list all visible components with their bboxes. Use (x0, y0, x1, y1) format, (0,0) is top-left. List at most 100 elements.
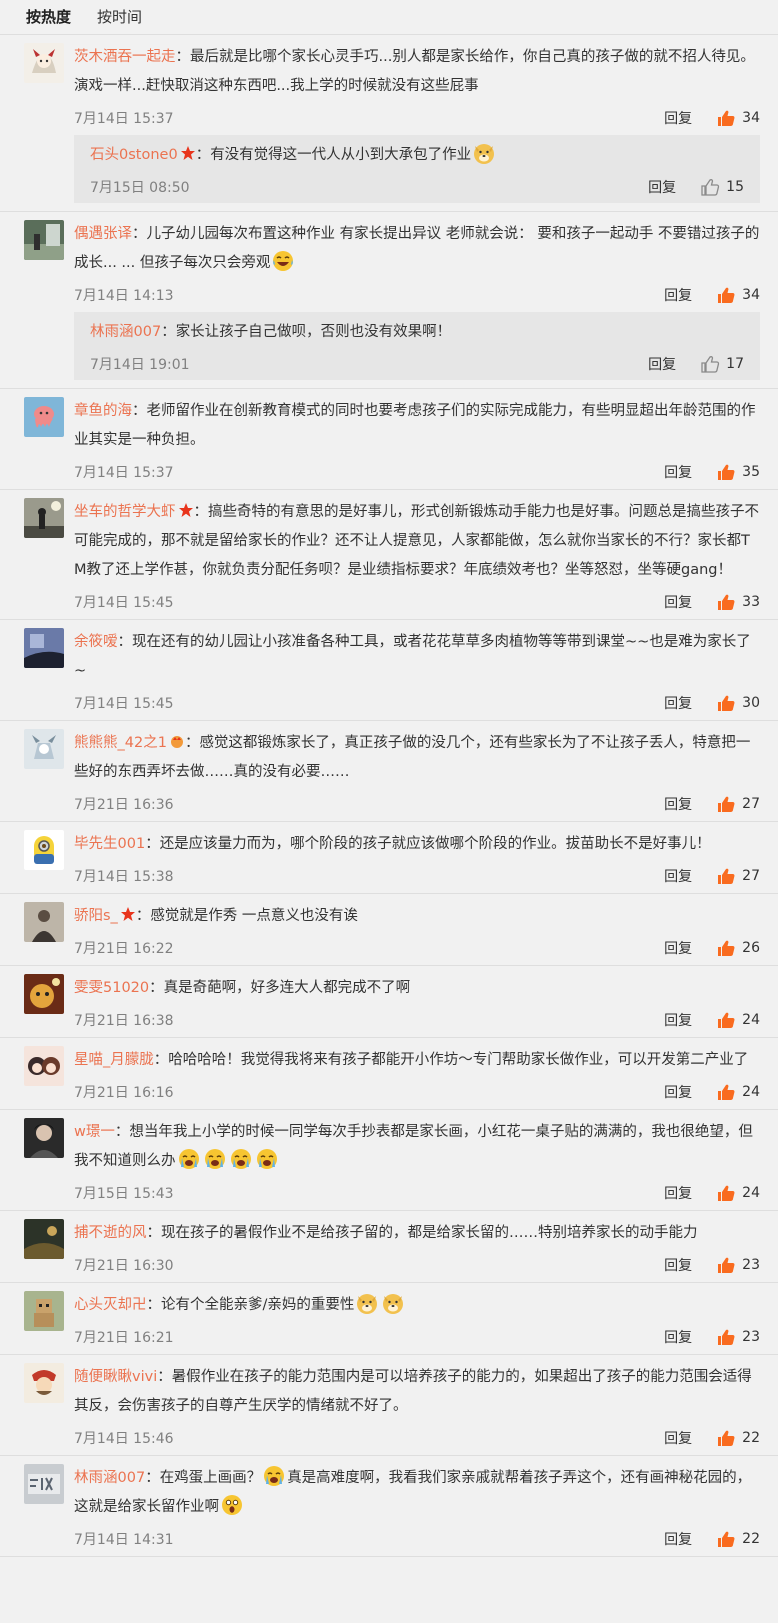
sub-reply-meta: 7月15日 08:50 回复 15 (90, 171, 744, 203)
username-link[interactable]: 星喵_月朦胧 (74, 1052, 154, 1068)
sub-reply: 石头0stone0 ：有没有觉得这一代人从小到大承包了作业 7月15日 08:50… (74, 135, 760, 203)
like-button[interactable]: 27 (716, 794, 760, 814)
like-count: 27 (742, 796, 760, 812)
reply-button[interactable]: 回复 (664, 1010, 692, 1030)
avatar[interactable] (24, 729, 64, 769)
comment-item: 毕先生001：还是应该量力而为，哪个阶段的孩子就应该做哪个阶段的作业。拔苗助长不… (0, 822, 778, 894)
like-button[interactable]: 34 (716, 108, 760, 128)
reply-button[interactable]: 回复 (664, 693, 692, 713)
comment-content: 现在孩子的暑假作业不是给孩子留的，都是给家长留的……特别培养家长的动手能力 (161, 1225, 698, 1241)
avatar[interactable] (24, 1219, 64, 1259)
separator: ： (145, 836, 160, 852)
reply-button[interactable]: 回复 (664, 1082, 692, 1102)
reply-button[interactable]: 回复 (664, 592, 692, 612)
reply-button[interactable]: 回复 (664, 866, 692, 886)
like-button[interactable]: 27 (716, 866, 760, 886)
comment-body: 偶遇张译：儿子幼儿园每次布置这种作业 有家长提出异议 老师就会说： 要和孩子一起… (74, 212, 760, 388)
reply-button[interactable]: 回复 (664, 108, 692, 128)
comment-body: w璟一：想当年我上小学的时候一同学每次手抄表都是家长画，小红花一桌子贴的满满的，… (74, 1110, 760, 1210)
comment-time: 7月21日 16:36 (74, 797, 174, 813)
username-link[interactable]: 林雨涵007 (74, 1470, 145, 1486)
avatar[interactable] (24, 498, 64, 538)
comment-text: 捕不逝的风：现在孩子的暑假作业不是给孩子留的，都是给家长留的……特别培养家长的动… (74, 1219, 760, 1248)
reply-button[interactable]: 回复 (664, 938, 692, 958)
comment-text: 随便瞅瞅vivi：暑假作业在孩子的能力范围内是可以培养孩子的能力的，如果超出了孩… (74, 1363, 760, 1421)
avatar[interactable] (24, 397, 64, 437)
like-button[interactable]: 22 (716, 1529, 760, 1549)
like-button[interactable]: 33 (716, 592, 760, 612)
avatar[interactable] (24, 830, 64, 870)
avatar[interactable] (24, 1046, 64, 1086)
reply-button[interactable]: 回复 (664, 1327, 692, 1347)
comment-body: 林雨涵007：在鸡蛋上画画？ 真是高难度啊，我看我们家亲戚就帮着孩子弄这个，还有画… (74, 1456, 760, 1556)
like-count: 35 (742, 464, 760, 480)
thumbs-up-icon (700, 354, 720, 374)
avatar[interactable] (24, 220, 64, 260)
like-button[interactable]: 26 (716, 938, 760, 958)
comment-item: 星喵_月朦胧：哈哈哈哈！我觉得我将来有孩子都能开小作坊～专门帮助家长做作业，可以… (0, 1038, 778, 1110)
username-link[interactable]: 熊熊熊_42之1 (74, 735, 167, 751)
separator: ： (193, 504, 209, 520)
username-link[interactable]: 坐车的哲学大虾 (74, 504, 176, 520)
like-count: 17 (726, 356, 744, 372)
like-count: 30 (742, 695, 760, 711)
reply-button[interactable]: 回复 (648, 354, 676, 374)
username-link[interactable]: w璟一 (74, 1124, 115, 1140)
avatar[interactable] (24, 1363, 64, 1403)
avatar[interactable] (24, 1464, 64, 1504)
sort-by-hot-tab[interactable]: 按热度 (26, 0, 71, 34)
reply-button[interactable]: 回复 (664, 1529, 692, 1549)
username-link[interactable]: 随便瞅瞅vivi (74, 1369, 157, 1385)
vip-star-icon (180, 146, 195, 160)
like-button[interactable]: 17 (700, 354, 744, 374)
avatar[interactable] (24, 974, 64, 1014)
username-link[interactable]: 林雨涵007 (90, 324, 161, 340)
sort-by-time-tab[interactable]: 按时间 (97, 0, 142, 34)
reply-button[interactable]: 回复 (664, 285, 692, 305)
username-link[interactable]: 骄阳s_ (74, 908, 118, 924)
avatar[interactable] (24, 1291, 64, 1331)
separator: ： (149, 980, 164, 996)
comment-item: w璟一：想当年我上小学的时候一同学每次手抄表都是家长画，小红花一桌子贴的满满的，… (0, 1110, 778, 1211)
comment-body: 熊熊熊_42之1 ：感觉这都锻炼家长了，真正孩子做的没几个，还有些家长为了不让孩子… (74, 721, 760, 821)
avatar[interactable] (24, 902, 64, 942)
like-button[interactable]: 24 (716, 1010, 760, 1030)
like-button[interactable]: 22 (716, 1428, 760, 1448)
username-link[interactable]: 心头灭却卍 (74, 1297, 147, 1313)
comment-meta: 7月15日 15:43 回复 24 (74, 1176, 760, 1210)
thumbs-up-icon (716, 108, 736, 128)
reply-button[interactable]: 回复 (664, 462, 692, 482)
reply-button[interactable]: 回复 (664, 1255, 692, 1275)
reply-button[interactable]: 回复 (664, 794, 692, 814)
username-link[interactable]: 偶遇张译 (74, 226, 132, 242)
username-link[interactable]: 雯雯51020 (74, 980, 149, 996)
like-button[interactable]: 23 (716, 1255, 760, 1275)
like-button[interactable]: 23 (716, 1327, 760, 1347)
like-button[interactable]: 34 (716, 285, 760, 305)
comment-panel: 按热度 按时间 茨木酒吞一起走：最后就是比哪个家长心灵手巧...别人都是家长给作… (0, 0, 778, 1623)
avatar[interactable] (24, 1118, 64, 1158)
crying-emoji-icon (230, 1149, 251, 1169)
reply-button[interactable]: 回复 (648, 177, 676, 197)
comment-meta: 7月14日 15:45 回复 33 (74, 585, 760, 619)
username-link[interactable]: 章鱼的海 (74, 403, 132, 419)
username-link[interactable]: 捕不逝的风 (74, 1225, 147, 1241)
like-button[interactable]: 15 (700, 177, 744, 197)
like-button[interactable]: 30 (716, 693, 760, 713)
username-link[interactable]: 茨木酒吞一起走 (74, 49, 176, 65)
separator: ： (117, 634, 133, 650)
avatar[interactable] (24, 628, 64, 668)
comment-content: 老师留作业在创新教育模式的同时也要考虑孩子们的实际完成能力，有些明显超出年龄范围… (74, 403, 756, 448)
comment-body: 茨木酒吞一起走：最后就是比哪个家长心灵手巧...别人都是家长给作，你自己真的孩子… (74, 35, 760, 211)
avatar[interactable] (24, 43, 64, 83)
like-button[interactable]: 35 (716, 462, 760, 482)
like-button[interactable]: 24 (716, 1082, 760, 1102)
reply-button[interactable]: 回复 (664, 1428, 692, 1448)
reply-button[interactable]: 回复 (664, 1183, 692, 1203)
separator: ： (153, 1052, 169, 1068)
username-link[interactable]: 石头0stone0 (90, 147, 178, 163)
like-count: 24 (742, 1012, 760, 1028)
username-link[interactable]: 毕先生001 (74, 836, 145, 852)
username-link[interactable]: 余筱嗳 (74, 634, 118, 650)
like-button[interactable]: 24 (716, 1183, 760, 1203)
